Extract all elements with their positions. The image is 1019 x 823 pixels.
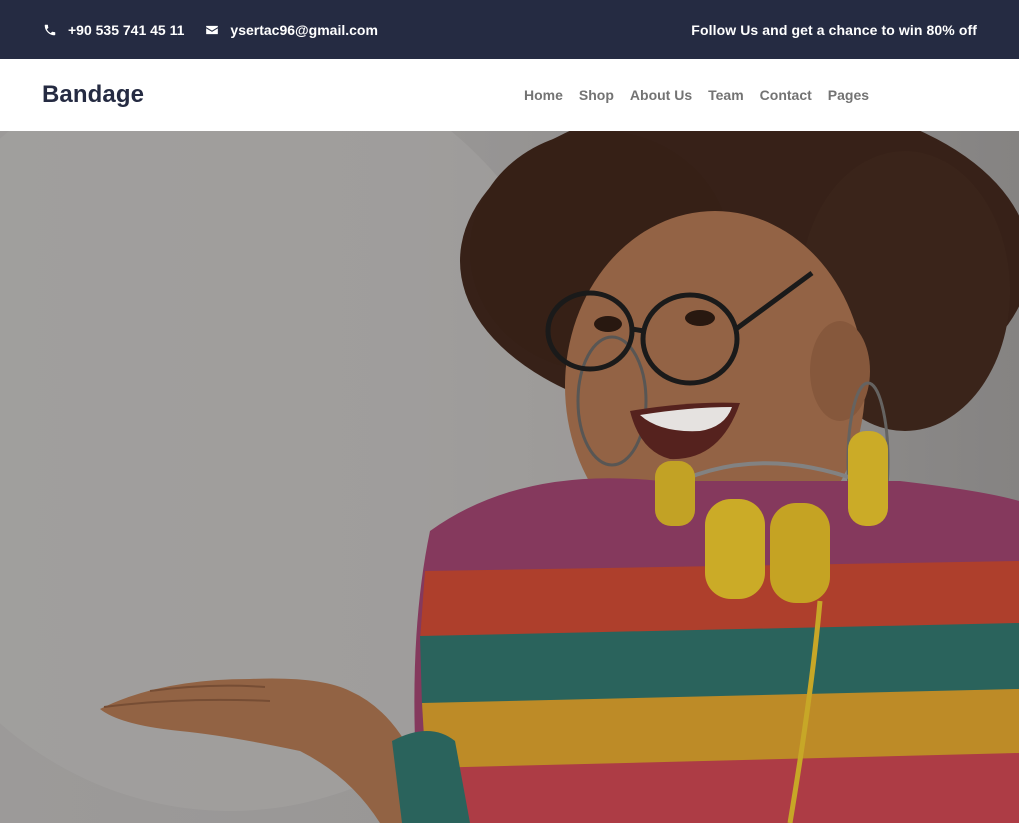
nav-link-team[interactable]: Team — [708, 87, 744, 103]
promo-text: Follow Us and get a chance to win 80% of… — [691, 21, 977, 38]
email-address: ysertac96@gmail.com — [230, 21, 378, 38]
top-bar: +90 535 741 45 11 ysertac96@gmail.com Fo… — [0, 0, 1019, 59]
navbar: Bandage Home Shop About Us Team Contact … — [0, 59, 1019, 131]
envelope-icon — [204, 22, 220, 38]
nav-link-home[interactable]: Home — [524, 87, 563, 103]
email-contact[interactable]: ysertac96@gmail.com — [204, 22, 378, 38]
hero-overlay — [0, 131, 1019, 823]
nav-link-shop[interactable]: Shop — [579, 87, 614, 103]
nav-link-about-us[interactable]: About Us — [630, 87, 692, 103]
phone-icon — [42, 22, 58, 38]
main-nav: Home Shop About Us Team Contact Pages — [524, 59, 885, 131]
brand-logo[interactable]: Bandage — [42, 81, 144, 109]
nav-link-contact[interactable]: Contact — [760, 87, 812, 103]
hero-banner — [0, 131, 1019, 823]
contact-info: +90 535 741 45 11 ysertac96@gmail.com — [42, 22, 398, 38]
phone-contact[interactable]: +90 535 741 45 11 — [42, 22, 184, 38]
phone-number: +90 535 741 45 11 — [68, 21, 185, 38]
nav-link-pages[interactable]: Pages — [828, 87, 869, 103]
